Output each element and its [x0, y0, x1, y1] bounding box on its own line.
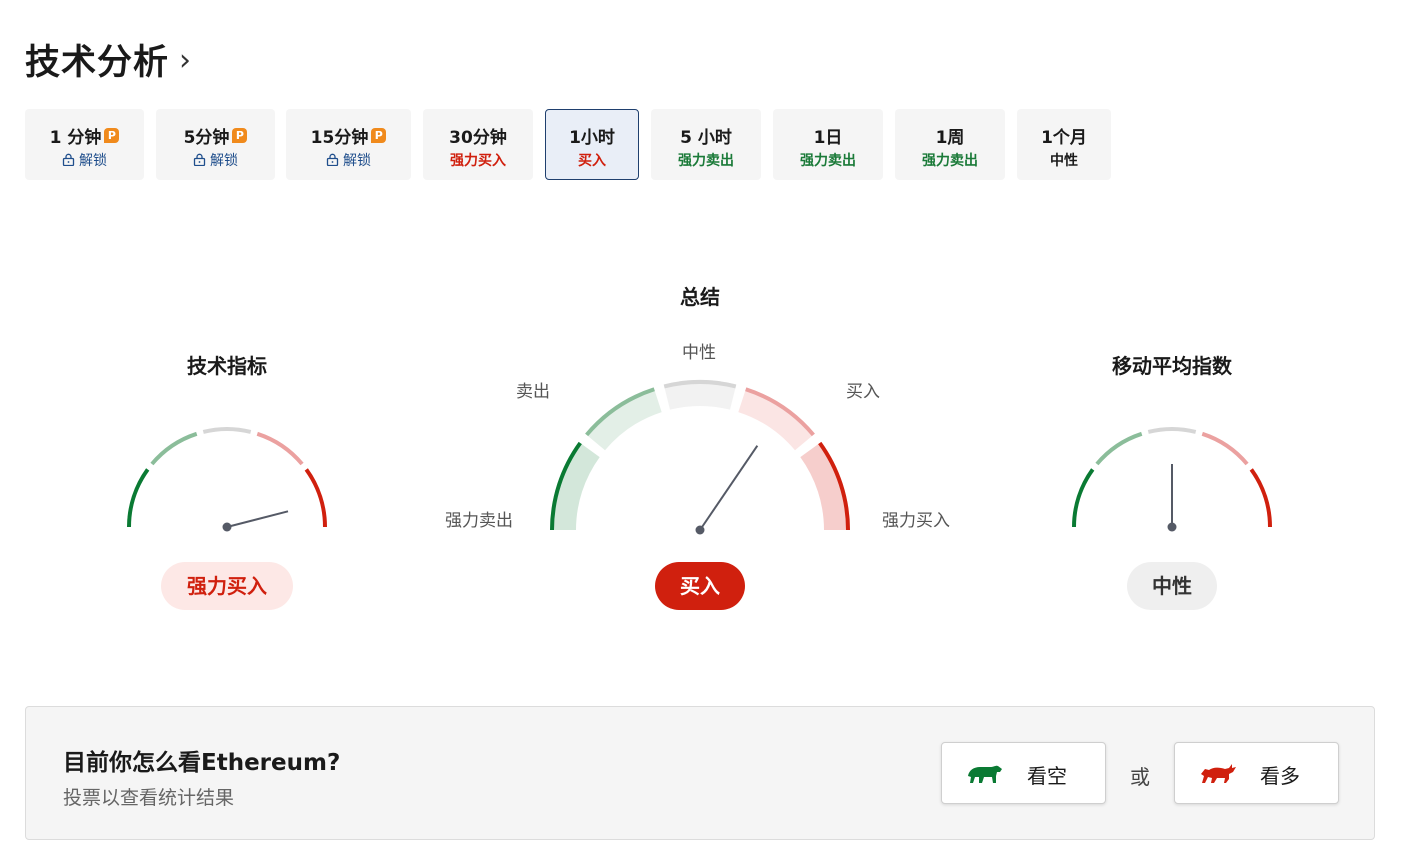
moving-averages-arc-buy: [1201, 431, 1249, 466]
bearish-vote-button[interactable]: 看空: [941, 742, 1106, 804]
timeframe-signal-text: 强力买入: [450, 153, 506, 169]
moving-averages-gauge-title: 移动平均指数: [1112, 354, 1232, 378]
timeframe-signal-text: 买入: [578, 153, 606, 169]
timeframe-tab[interactable]: 1小时买入: [545, 109, 639, 180]
lock-icon: [62, 153, 75, 166]
timeframe-tab[interactable]: 30分钟强力买入: [423, 109, 533, 180]
timeframe-tab-label: 1个月: [1018, 123, 1110, 148]
pro-badge-icon: P: [104, 128, 120, 143]
vote-subtitle: 投票以查看统计结果: [63, 787, 235, 809]
timeframe-tab[interactable]: 1周强力卖出: [895, 109, 1005, 180]
timeframe-tab-signal: 强力卖出: [896, 150, 1004, 170]
summary-gauge: [550, 380, 850, 535]
timeframe-label-text: 5分钟: [183, 128, 230, 148]
moving-averages-arc-neutral: [1147, 427, 1197, 434]
summary-gauge-title: 总结: [680, 285, 720, 309]
summary-band-sell: [585, 387, 662, 451]
indicators-arc-buy: [256, 431, 304, 466]
lock-icon: [193, 153, 206, 166]
summary-label-strong-sell: 强力卖出: [445, 511, 513, 531]
timeframe-tab-label: 1小时: [546, 123, 638, 148]
moving-averages-arc-strong-sell: [1072, 468, 1095, 528]
timeframe-tab[interactable]: 1个月中性: [1017, 109, 1111, 180]
timeframe-label-text: 30分钟: [449, 128, 507, 148]
summary-label-neutral: 中性: [682, 343, 716, 363]
indicators-arc-sell: [150, 431, 198, 466]
chevron-right-icon: ›: [179, 43, 192, 78]
timeframe-tab-signal: 买入: [546, 150, 638, 170]
page-title: 技术分析: [25, 43, 170, 83]
timeframe-tab-signal: 解锁: [26, 150, 143, 170]
indicators-arc-strong-buy: [304, 468, 327, 528]
timeframe-tab-signal: 强力卖出: [652, 150, 760, 170]
timeframe-signal-text: 中性: [1050, 153, 1078, 169]
indicators-arc-neutral: [202, 427, 252, 434]
lock-icon: [326, 153, 339, 166]
sentiment-vote-panel: 目前你怎么看Ethereum? 投票以查看统计结果 看空 或 看多: [25, 706, 1375, 840]
timeframe-signal-text: 强力卖出: [678, 153, 734, 169]
timeframe-tab[interactable]: 5 小时强力卖出: [651, 109, 761, 180]
indicators-needle: [226, 510, 289, 528]
timeframe-signal-text: 解锁: [343, 153, 371, 169]
indicators-needle-pivot: [222, 522, 232, 532]
vote-or-text: 或: [1130, 765, 1150, 789]
timeframe-tab[interactable]: 1日强力卖出: [773, 109, 883, 180]
timeframe-signal-text: 解锁: [210, 153, 238, 169]
section-title-link[interactable]: 技术分析 ›: [25, 34, 191, 85]
timeframe-tab-label: 5 小时: [652, 123, 760, 148]
timeframe-tab-label: 15分钟 P: [287, 123, 410, 148]
timeframe-tab-label: 5分钟 P: [157, 123, 274, 148]
indicators-arc-strong-sell: [127, 468, 150, 528]
timeframe-tab-signal: 强力卖出: [774, 150, 882, 170]
bear-icon: [968, 765, 1002, 783]
indicators-gauge-title: 技术指标: [187, 354, 267, 378]
summary-needle-pivot: [695, 525, 705, 535]
timeframe-label-text: 5 小时: [680, 128, 732, 148]
timeframe-tab-label: 30分钟: [424, 123, 532, 148]
timeframe-signal-text: 强力卖出: [800, 153, 856, 169]
vote-question: 目前你怎么看Ethereum?: [63, 750, 341, 776]
summary-band-buy: [738, 387, 815, 451]
timeframe-label-text: 1周: [935, 128, 965, 148]
indicators-gauge: [127, 427, 327, 532]
timeframe-tab-signal: 解锁: [157, 150, 274, 170]
summary-result-badge: 买入: [655, 562, 745, 610]
bullish-vote-button[interactable]: 看多: [1174, 742, 1339, 804]
bullish-label: 看多: [1260, 764, 1300, 788]
timeframe-tab[interactable]: 15分钟 P 解锁: [286, 109, 411, 180]
bearish-label: 看空: [1027, 764, 1067, 788]
indicators-result-badge: 强力买入: [161, 562, 293, 610]
moving-averages-arc-sell: [1095, 431, 1143, 466]
timeframe-tab-signal: 强力买入: [424, 150, 532, 170]
timeframe-label-text: 1日: [813, 128, 843, 148]
timeframe-tab[interactable]: 5分钟 P 解锁: [156, 109, 275, 180]
moving-averages-arc-strong-buy: [1249, 468, 1272, 528]
timeframe-tab-label: 1周: [896, 123, 1004, 148]
timeframe-tab-label: 1日: [774, 123, 882, 148]
moving-averages-result-badge: 中性: [1127, 562, 1217, 610]
bull-icon: [1201, 764, 1236, 783]
timeframe-label-text: 15分钟: [310, 128, 369, 148]
timeframe-tab-signal: 解锁: [287, 150, 410, 170]
pro-badge-icon: P: [371, 128, 387, 143]
timeframe-tab-signal: 中性: [1018, 150, 1110, 170]
timeframe-tab[interactable]: 1 分钟 P 解锁: [25, 109, 144, 180]
timeframe-signal-text: 强力卖出: [922, 153, 978, 169]
timeframe-tab-label: 1 分钟 P: [26, 123, 143, 148]
pro-badge-icon: P: [232, 128, 248, 143]
moving-averages-needle-pivot: [1167, 522, 1177, 532]
timeframe-label-text: 1 分钟: [49, 128, 102, 148]
moving-averages-gauge: [1072, 427, 1272, 532]
timeframe-label-text: 1小时: [569, 128, 615, 148]
summary-label-strong-buy: 强力买入: [882, 511, 950, 531]
timeframe-label-text: 1个月: [1041, 128, 1087, 148]
summary-needle: [699, 445, 759, 531]
timeframe-signal-text: 解锁: [79, 153, 107, 169]
